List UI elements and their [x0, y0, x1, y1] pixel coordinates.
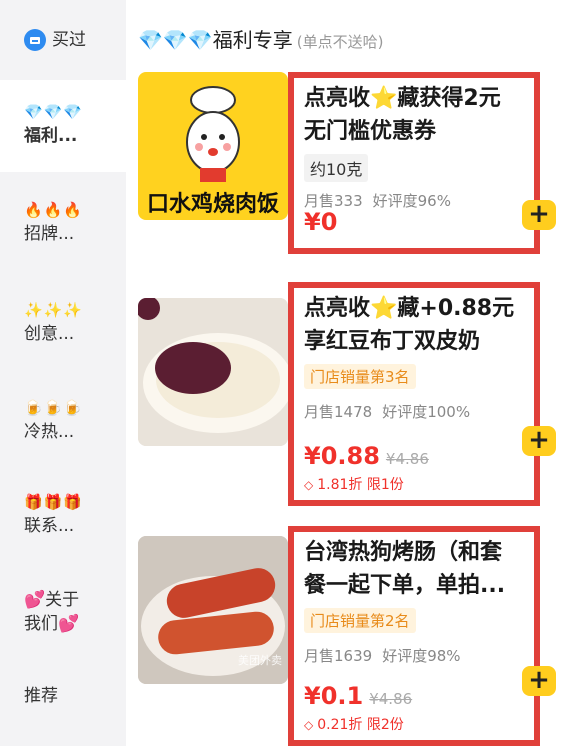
- product-info[interactable]: 点亮收⭐藏获得2元 无门槛优惠券 约10克 月售333 好评度96% ¥0 +: [288, 72, 556, 254]
- sidebar-item-about[interactable]: 💕关于 我们💕: [0, 588, 126, 636]
- add-to-cart-button[interactable]: +: [522, 200, 556, 230]
- shopping-bag-icon: [24, 29, 46, 51]
- gift-icons: 🎁🎁🎁: [24, 493, 84, 511]
- price: ¥0: [304, 208, 337, 236]
- discount-text: 1.81折 限1份: [317, 477, 404, 493]
- product-title-line2: 享红豆布丁双皮奶: [304, 329, 481, 354]
- discount-info: ◇ 1.81折 限1份: [304, 474, 404, 494]
- monthly-sales: 月售1478: [304, 403, 373, 421]
- rank-badge: 门店销量第3名: [304, 364, 416, 389]
- product-image[interactable]: 美团外卖: [138, 536, 288, 684]
- sidebar-item-label: 福利...: [24, 126, 78, 146]
- discount-text: 0.21折 限2份: [317, 717, 404, 733]
- product-info[interactable]: 台湾热狗烤肠（和套 餐一起下单，单拍... 门店销量第2名 月售1639 好评度9…: [288, 526, 556, 746]
- product-title-line1: 台湾热狗烤肠（和套: [304, 540, 503, 565]
- sidebar-item-label: 冷热...: [24, 422, 75, 442]
- sidebar-item-label: 招牌...: [24, 224, 75, 244]
- section-title-text: 💎💎💎福利专享: [138, 28, 293, 52]
- sidebar-item-label: 创意...: [24, 324, 75, 344]
- red-bean-pudding-image: [138, 298, 288, 446]
- sales-stats: 月售1478 好评度100%: [304, 401, 524, 422]
- rank-badge: 门店销量第2名: [304, 608, 416, 633]
- product-title-line2: 无门槛优惠券: [304, 119, 437, 144]
- sidebar-item-welfare[interactable]: 💎💎💎 福利...: [0, 80, 126, 172]
- sidebar-item-bought[interactable]: 买过: [0, 28, 126, 52]
- product-title-line1: 点亮收⭐藏+0.88元: [304, 296, 515, 321]
- add-to-cart-button[interactable]: +: [522, 426, 556, 456]
- price-tag-icon: ◇: [304, 478, 314, 492]
- weight-tag: 约10克: [304, 154, 369, 182]
- current-price: ¥0: [304, 208, 338, 236]
- product-info[interactable]: 点亮收⭐藏+0.88元 享红豆布丁双皮奶 门店销量第3名 月售1478 好评度10…: [288, 282, 556, 506]
- product-image[interactable]: 口水鸡烧肉饭: [138, 72, 288, 220]
- fire-icons: 🔥🔥🔥: [24, 201, 84, 219]
- sparkle-icons: ✨✨✨: [24, 301, 84, 319]
- rating: 好评度100%: [382, 403, 471, 421]
- sidebar-item-recommend[interactable]: 推荐: [0, 684, 126, 708]
- price-tag-icon: ◇: [304, 718, 314, 732]
- product-image[interactable]: [138, 298, 288, 446]
- restaurant-name-art: 口水鸡烧肉饭: [146, 192, 279, 217]
- sidebar-item-label: 联系...: [24, 516, 75, 536]
- beer-icons: 🍺🍺🍺: [24, 399, 84, 417]
- original-price: ¥4.86: [385, 450, 429, 468]
- price: ¥0.88 ¥4.86: [304, 442, 429, 470]
- watermark: 美团外卖: [238, 654, 282, 667]
- sidebar-item-label: 💕关于: [24, 590, 80, 610]
- discount-info: ◇ 0.21折 限2份: [304, 714, 404, 734]
- diamond-icons: 💎💎💎: [24, 103, 84, 121]
- section-title: 💎💎💎福利专享 (单点不送哈): [138, 24, 383, 53]
- rating: 好评度96%: [372, 192, 451, 210]
- product-title-line1: 点亮收⭐藏获得2元: [304, 86, 501, 111]
- current-price: ¥0.88: [304, 442, 380, 470]
- sidebar-item-label: 买过: [52, 30, 86, 50]
- product-title-line2: 餐一起下单，单拍...: [304, 573, 506, 598]
- sidebar-item-creative[interactable]: ✨✨✨ 创意...: [0, 298, 126, 346]
- add-to-cart-button[interactable]: +: [522, 666, 556, 696]
- sidebar-item-label: 推荐: [24, 686, 58, 706]
- sidebar-item-signature[interactable]: 🔥🔥🔥 招牌...: [0, 198, 126, 246]
- sidebar-item-label-line2: 我们💕: [24, 614, 80, 634]
- sales-stats: 月售1639 好评度98%: [304, 645, 524, 666]
- current-price: ¥0.1: [304, 682, 364, 710]
- original-price: ¥4.86: [369, 690, 413, 708]
- price: ¥0.1 ¥4.86: [304, 682, 412, 710]
- section-subtitle: (单点不送哈): [296, 33, 384, 51]
- sidebar-item-contact[interactable]: 🎁🎁🎁 联系...: [0, 490, 126, 538]
- category-sidebar: 买过 💎💎💎 福利... 🔥🔥🔥 招牌... ✨✨✨ 创意... 🍺🍺🍺 冷热.…: [0, 0, 126, 746]
- rating: 好评度98%: [382, 647, 461, 665]
- sidebar-item-drinks[interactable]: 🍺🍺🍺 冷热...: [0, 396, 126, 444]
- monthly-sales: 月售1639: [304, 647, 373, 665]
